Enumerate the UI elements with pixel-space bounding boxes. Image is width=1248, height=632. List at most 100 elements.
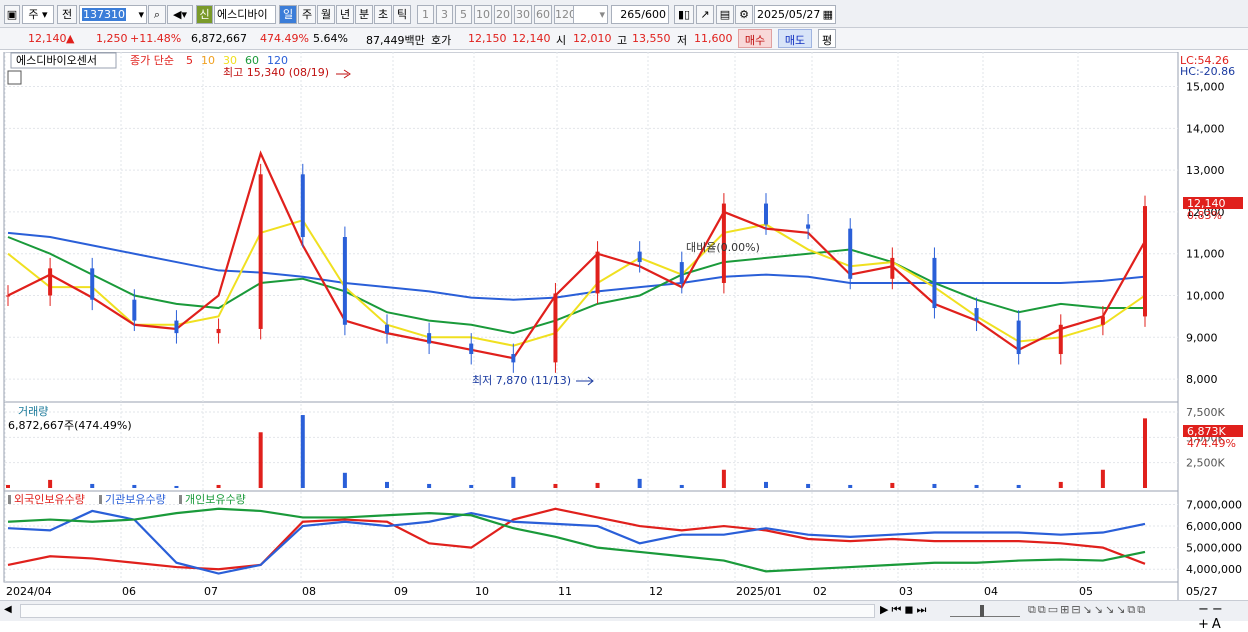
candle-body [48,268,53,296]
volume-bar [1143,418,1147,488]
x-tick-label: 05/27 [1186,585,1218,598]
holdings-legend-item: 개인보유수량 [185,493,246,506]
volume-bar [764,481,768,488]
holdings-tick-label: 4,000,000 [1186,563,1242,576]
volume-bar [1058,481,1063,488]
credit-badge: 신 [196,5,213,24]
low-label: 저 [677,34,688,47]
candle-body [553,293,558,363]
current-price: 12,140 [28,32,67,45]
playback-controls[interactable]: ▶⏮◼⏭ [880,603,929,617]
code-input[interactable]: 137310 ▾ [79,5,147,24]
calendar-icon[interactable]: ▦ [823,6,833,23]
period-tab-3[interactable]: 년 [336,5,354,24]
holdings-tick-label: 5,000,000 [1186,542,1242,555]
period-select[interactable]: ▾ [573,5,608,24]
minute-option-1[interactable]: 1 [417,5,434,24]
gear-icon[interactable]: ⚙ [735,5,753,24]
volume-bar [132,484,137,488]
market-select[interactable]: 주 ▾ [22,5,54,24]
volume-ratio: 474.49% [260,32,309,45]
volume-readout: 6,872,667주(474.49%) [8,419,132,432]
candle-body [511,354,516,363]
minute-option-60[interactable]: 60 [534,5,552,24]
zoom-slider[interactable] [950,603,1020,617]
volume-bar [469,484,474,488]
volume-bar [385,481,389,488]
open-label: 시 [556,34,567,47]
date-input[interactable]: 2025/05/27 ▦ [754,5,836,24]
zoom-handle[interactable] [980,605,984,617]
volume-bar [890,482,895,488]
high-arrow-icon [336,69,351,79]
sell-button[interactable]: 매도 [778,29,812,48]
x-tick-label: 2024/04 [6,585,52,598]
period-tab-2[interactable]: 월 [317,5,335,24]
minute-option-30[interactable]: 30 [514,5,532,24]
candle-body [132,299,137,321]
volume-tick-label: 7,500K [1186,406,1225,419]
candle-body [595,251,600,294]
period-tab-0[interactable]: 일 [279,5,297,24]
x-tick-label: 06 [122,585,136,598]
volume-tick-label: 2,500K [1186,457,1225,470]
candle-body [806,224,811,229]
high-price: 13,550 [632,32,671,45]
period-tab-6[interactable]: 틱 [393,5,411,24]
panel-frame-0 [3,52,1179,403]
count-value: 265 [620,8,642,21]
quote-bar: 12,140 ▲ 1,250 +11.48% 6,872,667 474.49%… [0,28,1248,50]
window-icon[interactable]: ▣ [4,5,20,24]
x-tick-label: 11 [558,585,572,598]
scroll-left-icon[interactable]: ◀ [4,604,16,618]
draw-icon[interactable]: ↗ [696,5,714,24]
volume-plot [6,415,1147,488]
period-tab-4[interactable]: 분 [355,5,373,24]
table-icon[interactable] [7,70,22,85]
period-tab-5[interactable]: 초 [374,5,392,24]
candle-body [174,320,179,334]
volume-bar [258,432,263,488]
prev-button[interactable]: 전 [57,5,77,24]
holdings-legend-item: 기관보유수량 [105,493,166,506]
toolbar: ▣ 주 ▾ 전 137310 ▾ ⌕ ◀▾ 신 에스디바이 일주월년분초틱 135… [0,0,1248,28]
candle-body [1058,324,1063,355]
volume-bar [174,485,179,488]
search-icon[interactable]: ⌕ [148,5,166,24]
tool-icons[interactable]: ⧉⧉▭⊞⊟↘↘↘↘⧉⧉ [1028,603,1147,617]
speaker-icon[interactable]: ◀▾ [167,5,193,24]
turnover-rate: 5.64% [313,32,348,45]
stock-name-field[interactable]: 에스디바이 [214,5,276,24]
ma-legend-item: 10 [201,54,215,67]
volume-bar [848,484,853,488]
minute-option-10[interactable]: 10 [474,5,492,24]
candle-body [1100,316,1105,325]
minute-option-3[interactable]: 3 [436,5,453,24]
candle-body [342,237,347,325]
count-total: /600 [641,8,666,21]
minute-option-120[interactable]: 120 [554,5,576,24]
horizontal-scrollbar[interactable] [20,604,875,618]
axis-labels: 2024/04 06 07 08 09 10 11 12 2025/01 02 03 04 05 05/2… [6,81,1242,598]
minute-option-5[interactable]: 5 [455,5,472,24]
count-input[interactable]: 265/600 [611,5,669,24]
save-icon[interactable]: ▤ [716,5,734,24]
volume-bar [679,484,684,488]
stock-tab-label: 에스디바이오센서 [16,54,97,67]
candle-icon[interactable]: ▮▯ [674,5,694,24]
volume-bar [974,484,979,488]
volume-bar [342,472,347,488]
buy-button[interactable]: 매수 [738,29,772,48]
chart-area[interactable]: 2024/04 06 07 08 09 10 11 12 2025/01 02 03 04 05 05/2… [0,52,1248,600]
eval-button[interactable]: 평 [818,29,836,48]
zoom-buttons[interactable]: −−+A [1198,602,1248,632]
candle-body [974,308,979,321]
minute-option-20[interactable]: 20 [494,5,512,24]
volume-bar [216,484,221,488]
volume-bar [48,479,53,488]
candle-body [637,251,642,263]
period-tab-1[interactable]: 주 [298,5,316,24]
candle-body [6,295,10,297]
panel-frame-1 [3,401,1179,492]
x-tick-label: 08 [302,585,316,598]
